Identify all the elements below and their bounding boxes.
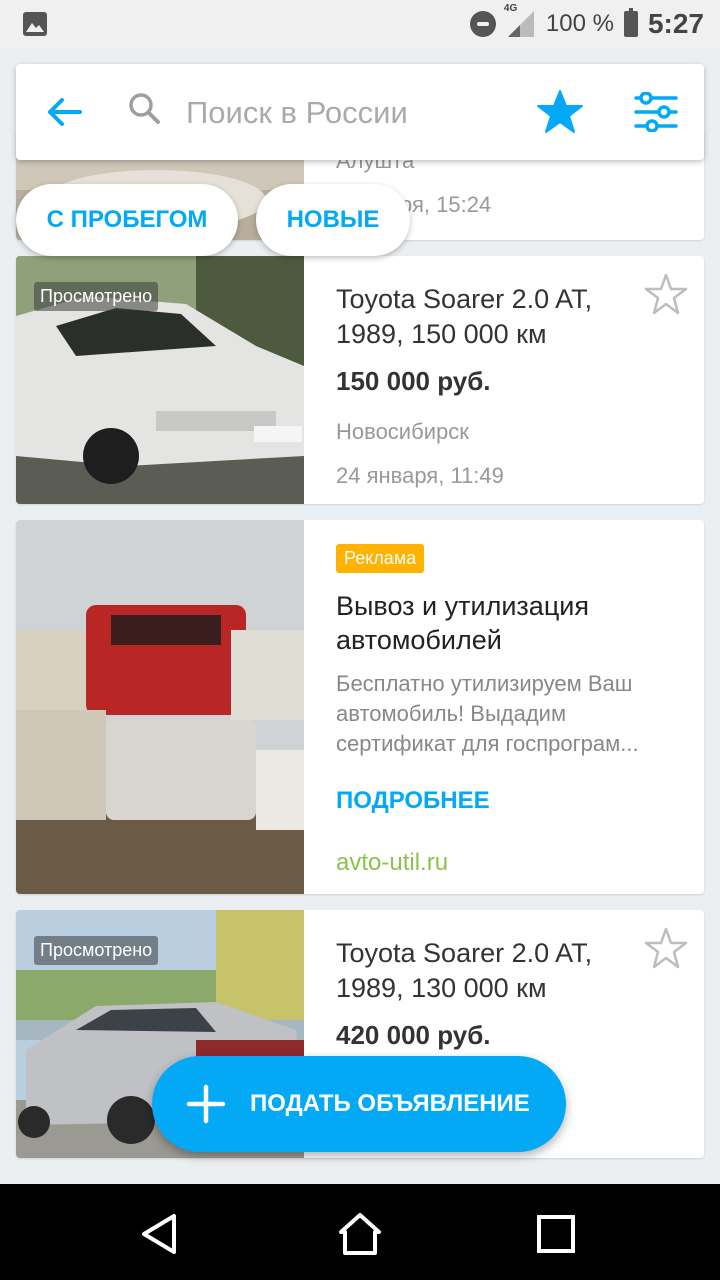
plus-icon — [186, 1084, 226, 1124]
viewed-badge: Просмотрено — [34, 282, 159, 311]
listing-price: 420 000 руб. — [336, 1020, 491, 1050]
listing-photo: Просмотрено — [16, 256, 304, 504]
network-type: 4G — [503, 3, 518, 14]
ad-description: Бесплатно утилизируем Ваш автомобиль! Вы… — [336, 669, 644, 759]
ad-title-line: автомобилей — [336, 625, 502, 655]
ad-title-line: Вывоз и утилизация — [336, 591, 589, 621]
listing-price: 150 000 руб. — [336, 366, 491, 396]
clock: 5:27 — [647, 8, 704, 39]
ad-badge: Реклама — [336, 544, 425, 573]
listing-title: Toyota Soarer 2.0 AT, 1989, 130 000 км — [336, 936, 644, 1006]
system-nav-bar — [0, 1184, 720, 1280]
favorites-star-icon[interactable] — [536, 88, 584, 136]
ad-description-line: сертификат для госпрограм... — [336, 731, 639, 756]
listing-title: Toyota Soarer 2.0 AT, 1989, 150 000 км — [336, 282, 644, 352]
ad-description-line: Бесплатно утилизируем Ваш — [336, 671, 633, 696]
ad-site-link[interactable]: avto-util.ru — [336, 849, 644, 877]
back-arrow-icon[interactable] — [44, 92, 84, 132]
viewed-badge: Просмотрено — [34, 936, 159, 965]
favorite-star-icon[interactable] — [644, 272, 688, 316]
chip-new-cars[interactable]: НОВЫЕ — [256, 184, 410, 256]
battery-icon — [623, 8, 638, 37]
listing-title-line: 1989, 130 000 км — [336, 973, 547, 1003]
post-ad-button[interactable]: ПОДАТЬ ОБЪЯВЛЕНИЕ — [152, 1056, 566, 1152]
listing-title-line: Toyota Soarer 2.0 AT, — [336, 938, 593, 968]
listing-city: Новосибирск — [336, 419, 469, 444]
battery-percent: 100 % — [545, 10, 614, 37]
nav-recents-icon[interactable] — [534, 1212, 578, 1256]
listing-title-line: Toyota Soarer 2.0 AT, — [336, 284, 593, 314]
gallery-icon — [23, 12, 47, 36]
ad-description-line: автомобиль! Выдадим — [336, 701, 567, 726]
post-ad-label: ПОДАТЬ ОБЪЯВЛЕНИЕ — [250, 1090, 530, 1117]
search-icon — [129, 93, 160, 124]
do-not-disturb-icon — [469, 11, 496, 37]
ad-title: Вывоз и утилизация автомобилей — [336, 589, 644, 657]
ad-card[interactable]: Реклама Вывоз и утилизация автомобилей Б… — [16, 520, 704, 894]
signal-icon: 4G — [504, 3, 536, 39]
filter-settings-icon[interactable] — [634, 92, 678, 132]
listing-card[interactable]: Просмотрено Toyota Soarer 2.0 AT, 1989, … — [16, 256, 704, 504]
ad-more-link[interactable]: ПОДРОБНЕЕ — [336, 787, 644, 815]
chip-used-cars[interactable]: С ПРОБЕГОМ — [16, 184, 238, 256]
listing-title-line: 1989, 150 000 км — [336, 319, 547, 349]
nav-back-icon[interactable] — [138, 1212, 182, 1256]
nav-home-icon[interactable] — [338, 1212, 382, 1256]
ad-photo — [16, 520, 304, 894]
listing-date: 24 января, 11:49 — [336, 463, 504, 488]
search-input[interactable] — [184, 90, 508, 136]
status-bar: 4G 100 % 5:27 — [0, 0, 720, 48]
search-bar — [16, 64, 704, 160]
favorite-star-icon[interactable] — [644, 926, 688, 970]
